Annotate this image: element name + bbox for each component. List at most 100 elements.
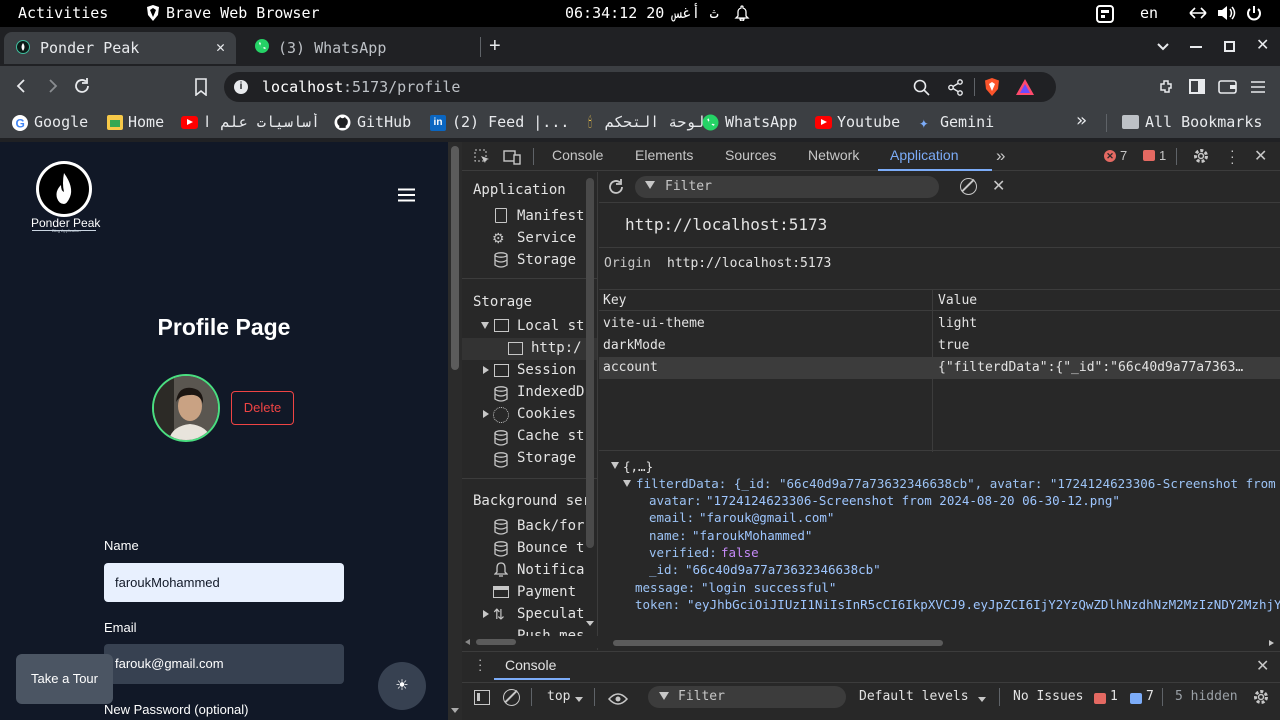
page-scroll-thumb[interactable]	[451, 146, 459, 370]
bookmark-whatsapp[interactable]: WhatsApp	[725, 113, 797, 131]
bookmark-youtube[interactable]: Youtube	[837, 113, 900, 131]
error-icon[interactable]: ✕	[1104, 150, 1116, 162]
sidebar-item-indexeddb[interactable]: IndexedD	[517, 384, 584, 400]
bookmark-page-icon[interactable]	[194, 78, 208, 101]
forward-icon[interactable]	[44, 78, 60, 99]
sidebar-item-cache-storage[interactable]: Cache st	[517, 428, 584, 444]
console-settings-gear-icon[interactable]	[1252, 688, 1270, 711]
sidebar-item-speculative-loads[interactable]: Speculat	[517, 606, 584, 622]
preview-hscroll-thumb[interactable]	[613, 640, 943, 646]
expanded-caret-icon[interactable]	[611, 462, 619, 469]
network-icon[interactable]	[1188, 5, 1208, 25]
take-a-tour-button[interactable]: Take a Tour	[16, 654, 113, 704]
refresh-icon[interactable]	[607, 178, 625, 201]
show-sidebar-icon[interactable]	[474, 690, 490, 705]
brave-rewards-icon[interactable]	[1016, 79, 1034, 100]
clock[interactable]: 06:34:12 20 ث أغس	[565, 4, 719, 22]
share-icon[interactable]	[947, 79, 964, 101]
brave-shields-icon[interactable]	[984, 78, 1000, 101]
sidebar-toggle-icon[interactable]	[1189, 79, 1205, 94]
sidebar-item-bounce-tracking[interactable]: Bounce t	[517, 540, 584, 556]
live-expression-eye-icon[interactable]	[607, 692, 629, 710]
bookmark-gemini[interactable]: Gemini	[940, 113, 994, 131]
bookmark-arabic-course[interactable]: أساسيات علم ا...	[202, 113, 320, 131]
close-devtools-icon[interactable]: ✕	[1254, 146, 1267, 166]
power-icon[interactable]	[1246, 5, 1262, 25]
sidebar-item-local-storage[interactable]: Local st	[517, 318, 584, 334]
storage-filter-input[interactable]: Filter	[635, 176, 939, 198]
page-scrollbar[interactable]	[448, 142, 462, 720]
volume-icon[interactable]	[1216, 5, 1236, 25]
dropdown-arrow-icon[interactable]	[978, 697, 986, 702]
close-drawer-icon[interactable]: ✕	[1256, 656, 1269, 676]
tab-application[interactable]: Application	[890, 147, 959, 163]
sidebar-item-notifications[interactable]: Notifica	[517, 562, 584, 578]
hamburger-menu-icon[interactable]	[398, 188, 415, 207]
theme-toggle-button[interactable]: ☀	[378, 662, 426, 710]
issues-status[interactable]: No Issues	[1013, 689, 1083, 704]
sidebar-item-cookies[interactable]: Cookies	[517, 406, 576, 422]
clear-console-icon[interactable]	[503, 689, 520, 706]
tab-sources[interactable]: Sources	[725, 147, 776, 163]
inspect-element-icon[interactable]	[474, 149, 490, 170]
drawer-kebab-icon[interactable]: · · ·	[478, 653, 482, 676]
expanded-caret-icon[interactable]	[481, 322, 489, 329]
info-message-icon[interactable]	[1130, 693, 1142, 704]
sidebar-item-storage[interactable]: Storage	[517, 252, 576, 268]
drawer-error-count[interactable]: 1	[1110, 689, 1118, 704]
menu-icon[interactable]	[1250, 80, 1266, 99]
error-count[interactable]: 7	[1120, 148, 1127, 163]
tab-close-icon[interactable]: ✕	[216, 38, 225, 56]
sidebar-item-localhost-origin[interactable]: http:/	[531, 340, 582, 356]
dropdown-arrow-icon[interactable]	[575, 697, 583, 702]
scroll-down-arrow-icon[interactable]	[451, 708, 459, 713]
sidebar-hscroll-thumb[interactable]	[476, 639, 516, 645]
back-icon[interactable]	[14, 78, 30, 99]
table-row-selected[interactable]: account {"filterdData":{"_id":"66c40d9a7…	[599, 357, 1280, 379]
sidebar-hscrollbar[interactable]	[462, 636, 598, 648]
reload-icon[interactable]	[73, 77, 91, 100]
more-tabs-icon[interactable]: »	[996, 146, 1005, 166]
collapsed-caret-icon[interactable]	[483, 410, 489, 418]
tab-network[interactable]: Network	[808, 147, 859, 163]
site-info-icon[interactable]: i	[234, 80, 248, 94]
log-levels-dropdown[interactable]: Default levels	[859, 689, 969, 704]
all-bookmarks-button[interactable]: All Bookmarks	[1145, 113, 1262, 131]
collapsed-caret-icon[interactable]	[483, 610, 489, 618]
zoom-search-icon[interactable]	[913, 79, 930, 101]
sidebar-item-service-workers[interactable]: Service	[517, 230, 576, 246]
column-header-key[interactable]: Key	[603, 293, 626, 308]
sidebar-item-storage-buckets[interactable]: Storage	[517, 450, 576, 466]
column-header-value[interactable]: Value	[938, 293, 977, 308]
name-input[interactable]: faroukMohammed	[104, 563, 344, 602]
bookmark-github[interactable]: GitHub	[357, 113, 411, 131]
scroll-left-arrow-icon[interactable]	[465, 639, 470, 645]
sidebar-item-session-storage[interactable]: Session	[517, 362, 576, 378]
keyboard-language[interactable]: en	[1140, 4, 1158, 22]
bookmark-google[interactable]: Google	[34, 113, 88, 131]
clear-all-icon[interactable]	[960, 178, 977, 195]
sidebar-scroll-down-arrow[interactable]	[584, 617, 594, 627]
sidebar-scroll-thumb[interactable]	[586, 178, 594, 548]
more-bookmarks-button[interactable]: »	[1076, 110, 1087, 131]
tab-whatsapp[interactable]: (3) WhatsApp	[250, 32, 480, 64]
profile-avatar[interactable]	[152, 374, 220, 442]
warning-count[interactable]: 1	[1159, 148, 1166, 163]
extensions-icon[interactable]	[1158, 78, 1176, 101]
delete-selected-icon[interactable]: ✕	[992, 176, 1005, 196]
drawer-console-tab[interactable]: Console	[505, 657, 556, 673]
console-filter-input[interactable]: Filter	[648, 686, 846, 708]
settings-gear-icon[interactable]	[1192, 147, 1210, 170]
expanded-caret-icon[interactable]	[623, 480, 631, 487]
sidebar-item-back-forward-cache[interactable]: Back/for	[517, 518, 584, 534]
wallet-icon[interactable]	[1218, 79, 1238, 100]
active-app-name[interactable]: Brave Web Browser	[166, 4, 320, 22]
context-selector[interactable]: top	[547, 689, 570, 704]
device-toolbar-icon[interactable]	[503, 149, 521, 170]
drawer-message-count[interactable]: 7	[1146, 689, 1154, 704]
table-row[interactable]: darkMode true	[599, 335, 1280, 357]
preview-hscrollbar[interactable]	[599, 637, 1280, 649]
activities-button[interactable]: Activities	[18, 4, 108, 22]
kebab-menu-icon[interactable]: · · ·	[1230, 143, 1235, 169]
maximize-icon[interactable]	[1224, 41, 1235, 52]
